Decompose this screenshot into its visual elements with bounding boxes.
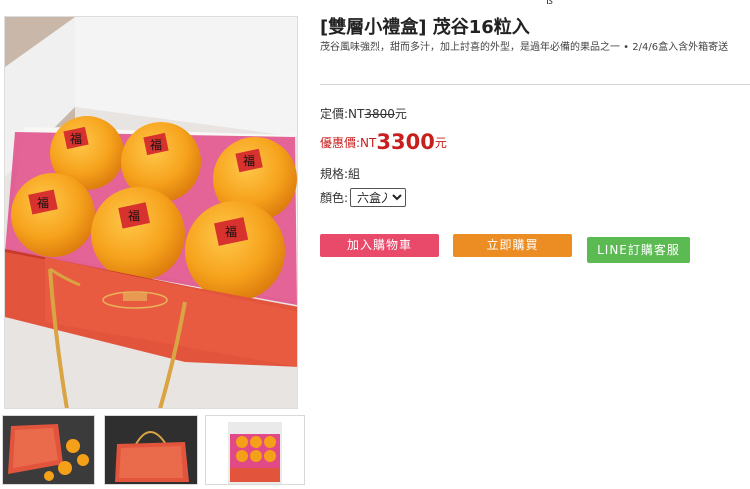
list-price-label: 定價:NT — [320, 107, 365, 121]
svg-text:福: 福 — [150, 137, 162, 152]
sale-price-value: 3300 — [376, 130, 435, 154]
svg-text:福: 福 — [70, 131, 82, 146]
color-label: 顏色: — [320, 191, 349, 205]
main-product-image: 福 福 福 福 福 福 — [4, 16, 298, 409]
line-service-button[interactable]: LINE訂購客服 — [587, 237, 690, 263]
sale-price-label: 優惠價:NT — [320, 136, 377, 150]
svg-text:福: 福 — [225, 224, 237, 239]
product-description: 茂谷風味強烈，甜而多汁，加上討喜的外型，是過年必備的果品之一 • 2/4/6盒入… — [320, 42, 729, 53]
top-stub-text: ß — [546, 0, 553, 7]
thumbnail-3[interactable] — [205, 415, 305, 485]
thumbnail-1[interactable] — [2, 415, 95, 485]
color-row: 顏色: 六盒入 — [320, 188, 407, 207]
thumbnail-2[interactable] — [104, 415, 198, 485]
list-price-unit: 元 — [394, 107, 407, 121]
list-price-value: 3800 — [364, 107, 395, 121]
buy-now-button[interactable]: 立即購買 — [453, 234, 572, 257]
product-title: [雙層小禮盒] 茂谷16粒入 — [320, 17, 530, 38]
list-price: 定價:NT3800元 — [320, 105, 407, 122]
add-to-cart-button[interactable]: 加入購物車 — [320, 234, 439, 257]
svg-text:福: 福 — [37, 195, 49, 210]
svg-text:福: 福 — [243, 153, 255, 168]
svg-text:福: 福 — [128, 208, 140, 223]
product-info: ß [雙層小禮盒] 茂谷16粒入 茂谷風味強烈，甜而多汁，加上討喜的外型，是過年… — [320, 0, 750, 489]
spec-label: 規格:組 — [320, 167, 361, 181]
divider — [320, 84, 750, 85]
sale-price: 優惠價:NT3300元 — [320, 130, 447, 154]
sale-price-unit: 元 — [434, 136, 447, 150]
color-select[interactable]: 六盒入 — [350, 188, 407, 207]
